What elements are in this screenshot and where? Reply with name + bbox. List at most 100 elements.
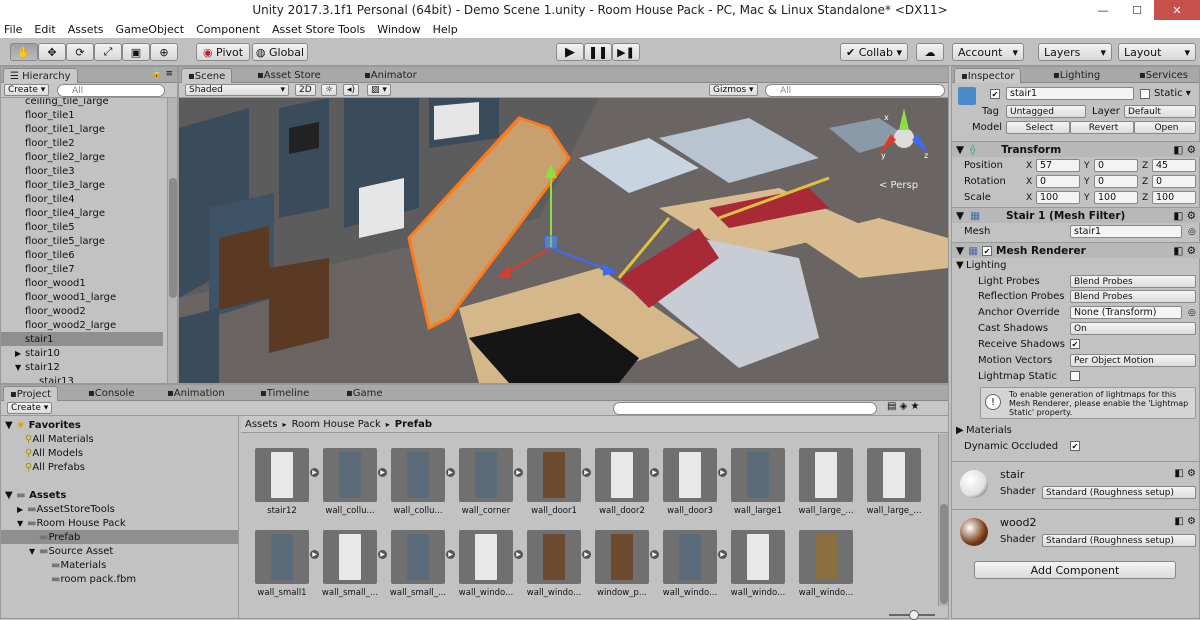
pivot-toggle[interactable]: ◉ Pivot [196,43,250,61]
expand-prefab-icon[interactable]: ▶ [514,550,523,559]
account-dropdown[interactable]: Account ▾ [952,43,1024,61]
move-tool-button[interactable]: ✥ [38,43,66,61]
asset-item[interactable]: ▶ wall_collu... [323,448,387,526]
component-settings-icon[interactable]: ◧ ⚙ [1173,144,1196,156]
scene-viewport[interactable]: y x z < Persp [179,98,948,383]
menu-item-edit[interactable]: Edit [34,23,55,36]
tree-arrow-icon[interactable]: ▼ [17,519,27,528]
component-settings-icon[interactable]: ◧ ⚙ [1173,245,1196,257]
menu-item-gameobject[interactable]: GameObject [116,23,185,36]
tag-dropdown[interactable]: Untagged [1006,105,1086,118]
component-settings-icon[interactable]: ◧ ⚙ [1173,210,1196,222]
gizmo-plane-handle[interactable] [544,235,558,249]
position-x-field[interactable]: 57 [1036,159,1080,172]
collab-button[interactable]: ✔ Collab ▾ [840,43,908,61]
tab-services[interactable]: ▪ Services [1133,68,1194,83]
asset-item[interactable]: ▶ wall_door2 [595,448,659,526]
expand-prefab-icon[interactable]: ▶ [378,550,387,559]
hierarchy-item[interactable]: floor_wood2 [1,304,163,318]
component-settings-icon[interactable]: ◧ ⚙ [1174,468,1196,479]
asset-item[interactable]: ▶ wall_door1 [527,448,591,526]
tab-project[interactable]: ▪ Project [3,386,58,401]
lighting-toggle[interactable]: ☼ [321,84,338,96]
asset-item[interactable]: wall_windo... [731,530,785,606]
hierarchy-item[interactable]: ▼ stair12 [1,360,163,374]
favorite-item[interactable]: ⚲ All Prefabs [25,460,85,474]
scale-x-field[interactable]: 100 [1036,191,1080,204]
hierarchy-item[interactable]: floor_tile4 [1,192,163,206]
tree-arrow-icon[interactable]: ▶ [15,349,25,358]
component-settings-icon[interactable]: ◧ ⚙ [1174,516,1196,527]
tab-lighting[interactable]: ▪ Lighting [1047,68,1106,83]
shading-mode-dropdown[interactable]: Shaded ▾ [185,84,289,96]
step-button[interactable]: ▶❚ [612,43,640,61]
menu-item-asset-store-tools[interactable]: Asset Store Tools [272,23,365,36]
materials-foldout[interactable]: ▶ Materials [952,423,1200,438]
material-sphere-icon[interactable] [960,518,988,546]
static-checkbox[interactable] [1140,89,1150,99]
cast-shadows-dropdown[interactable]: On [1070,322,1196,335]
asset-item[interactable]: wall_large_... [798,448,854,526]
audio-toggle[interactable]: ◂) [343,84,360,96]
gizmo-center[interactable] [894,128,914,148]
model-revert-button[interactable]: Revert [1070,121,1134,134]
hierarchy-item[interactable]: floor_tile1 [1,108,163,122]
model-select-button[interactable]: Select [1006,121,1070,134]
expand-prefab-icon[interactable]: ▶ [650,550,659,559]
static-dropdown[interactable]: Static ▾ [1154,88,1191,99]
hierarchy-item[interactable]: floor_tile5 [1,220,163,234]
lighting-foldout[interactable]: ▼ Lighting [952,258,1200,273]
rotation-x-field[interactable]: 0 [1036,175,1080,188]
folder-item[interactable]: ▶ ▬ AssetStoreTools [1,502,238,516]
reflection-probes-dropdown[interactable]: Blend Probes [1070,290,1196,303]
hierarchy-item[interactable]: ▶ stair10 [1,346,163,360]
object-picker-icon[interactable]: ◎ [1188,308,1196,318]
asset-item[interactable]: ▶ wall_door3 [663,448,727,526]
hierarchy-item[interactable]: floor_wood2_large [1,318,163,332]
tab-inspector[interactable]: ▪ Inspector [954,68,1022,83]
project-search-input[interactable] [613,402,877,415]
tab-animation[interactable]: ▪ Animation [161,386,231,401]
receive-shadows-checkbox[interactable]: ✔ [1070,339,1080,349]
folder-item[interactable]: ▼ ▬ Source Asset [1,544,238,558]
rotate-tool-button[interactable]: ⟳ [66,43,94,61]
favorites-header[interactable]: ▼ ★ Favorites [5,418,81,432]
mesh-renderer-enabled-checkbox[interactable]: ✔ [982,245,992,256]
expand-prefab-icon[interactable]: ▶ [718,550,727,559]
expand-prefab-icon[interactable]: ▶ [514,468,523,477]
perspective-label[interactable]: < Persp [879,180,918,191]
hierarchy-item[interactable]: floor_tile4_large [1,206,163,220]
dynamic-occluded-checkbox[interactable]: ✔ [1070,441,1080,451]
asset-item[interactable]: ▶ wall_windo... [663,530,727,606]
hierarchy-search-input[interactable]: All [57,84,165,97]
hierarchy-item[interactable]: floor_tile1_large [1,122,163,136]
tab-game[interactable]: ▪ Game [340,386,389,401]
hierarchy-item[interactable]: floor_tile2_large [1,150,163,164]
active-checkbox[interactable]: ✔ [990,89,1000,99]
add-component-button[interactable]: Add Component [974,561,1176,579]
hierarchy-item[interactable]: floor_wood1_large [1,290,163,304]
asset-item[interactable]: wall_windo... [799,530,853,606]
expand-prefab-icon[interactable]: ▶ [718,468,727,477]
hierarchy-item[interactable]: stair13 [1,374,163,384]
anchor-override-field[interactable]: None (Transform) [1070,306,1182,319]
folder-item[interactable]: ▬ Prefab [1,530,238,544]
2d-toggle[interactable]: 2D [295,84,316,96]
minimize-button[interactable]: — [1086,0,1120,20]
material-sphere-icon[interactable] [960,470,988,498]
folder-item[interactable]: ▼ ▬ Room House Pack [1,516,238,530]
global-toggle[interactable]: ◍ Global [252,43,308,61]
hierarchy-scroll-thumb[interactable] [169,178,177,298]
asset-item[interactable]: ▶ wall_corner [459,448,523,526]
motion-vectors-dropdown[interactable]: Per Object Motion [1070,354,1196,367]
transform-header[interactable]: ▼ ⟠ Transform ◧ ⚙ [952,141,1200,157]
filter-icons[interactable]: ▤ ◈ ★ [887,401,919,412]
hierarchy-item[interactable]: floor_tile6 [1,248,163,262]
tab-console[interactable]: ▪ Console [82,386,140,401]
cloud-button[interactable]: ☁ [916,43,944,61]
asset-item[interactable]: ▶ wall_windo... [527,530,591,606]
expand-prefab-icon[interactable]: ▶ [310,550,319,559]
hierarchy-create-button[interactable]: Create ▾ [4,84,50,96]
transform-tool-button[interactable]: ⊕ [150,43,178,61]
mesh-filter-header[interactable]: ▼ ▦ Stair 1 (Mesh Filter) ◧ ⚙ [952,207,1200,223]
